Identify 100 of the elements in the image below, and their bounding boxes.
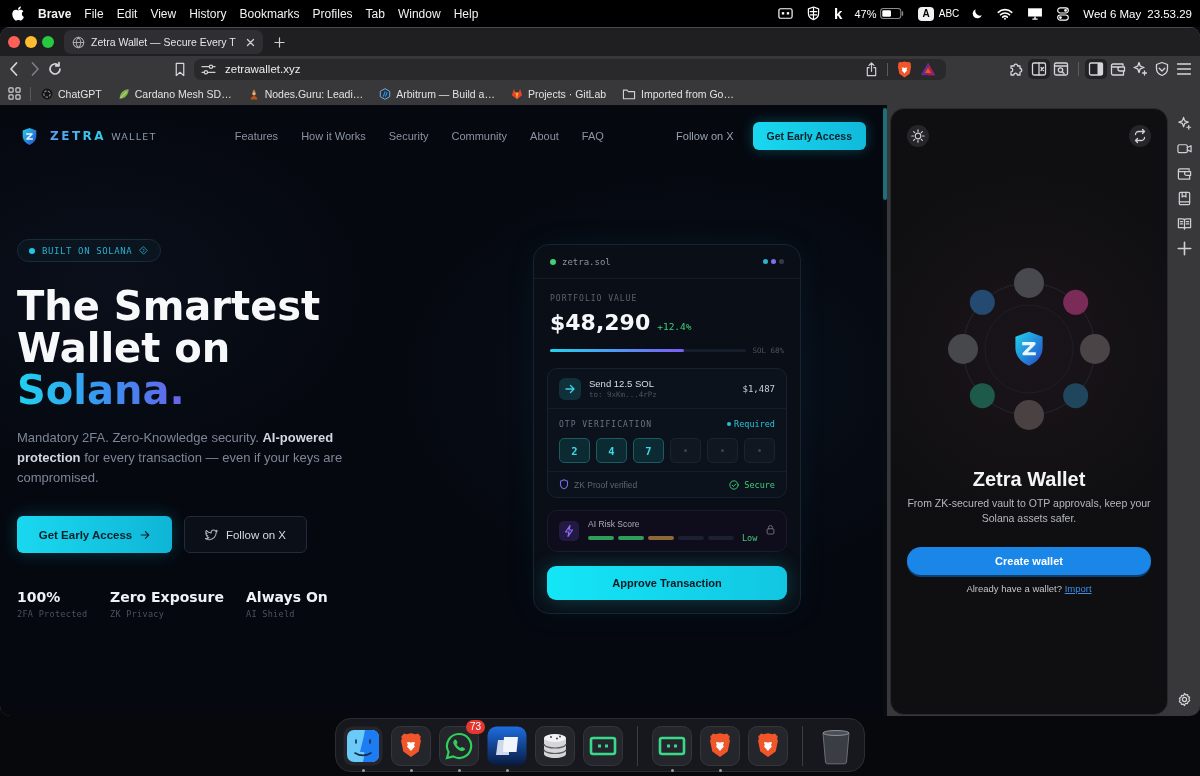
otp-digit-field[interactable] [744,438,775,463]
approve-button[interactable]: Approve Transaction [547,566,787,600]
otp-digit-field[interactable]: 7 [633,438,664,463]
menu-item[interactable]: View [150,6,177,21]
chevron-right-icon[interactable] [29,61,41,77]
bookmark-icon[interactable] [174,61,186,77]
wallet-icon[interactable] [1176,166,1192,181]
input-source-badge[interactable]: A [918,6,934,21]
otp-digit-field[interactable]: 4 [596,438,627,463]
bookmark-item[interactable]: Arbitrum — Build a… [379,87,495,100]
disk-stack-icon[interactable] [535,726,575,766]
plus-icon[interactable] [1176,241,1192,256]
cards-tile-icon[interactable] [487,726,527,766]
maximize-icon[interactable] [42,36,54,48]
smiley-tile-icon[interactable] [343,726,383,766]
import-link[interactable]: Import [1064,583,1092,594]
status-dot-icon [29,247,35,254]
bookmark-item[interactable]: Projects · GitLab [510,87,607,100]
grid-icon[interactable] [8,87,21,100]
video-icon[interactable] [1176,141,1192,156]
bookmark-icon[interactable] [1176,191,1192,206]
bookmark-item[interactable]: ChatGPT [41,87,102,100]
otp-digit-field[interactable]: 2 [559,438,590,463]
wifi-icon[interactable] [997,7,1014,20]
chevron-left-icon[interactable] [8,61,20,77]
menu-item[interactable]: Profiles [312,6,353,21]
portfolio-value: $48,290 [550,311,651,335]
bookmark-item[interactable]: Imported from Go… [622,87,734,100]
nav-link[interactable]: Community [451,130,508,142]
menu-extra[interactable]: k [834,5,843,22]
upload-icon[interactable] [865,61,878,77]
lion-icon[interactable] [700,726,740,766]
nav-link[interactable]: Security [388,130,429,142]
toggles-icon[interactable] [1057,6,1070,21]
menu-item[interactable]: File [84,6,104,21]
menu-item[interactable]: Edit [116,6,138,21]
nav-link[interactable]: Features [234,130,279,142]
folder-icon [622,87,637,100]
moon-icon[interactable] [972,8,984,19]
get-access-button[interactable]: Get Early Access [17,516,172,553]
change-percent: +12.4% [657,321,692,332]
stat-value: 100% [17,589,62,605]
display-icon[interactable] [1027,7,1044,20]
close-icon[interactable] [245,37,255,47]
get-access-button[interactable]: Get Early Access [752,122,866,150]
columns-icon[interactable] [1028,59,1050,79]
triangle-icon[interactable] [920,62,936,76]
scrollbar[interactable] [883,108,887,200]
sparkle-icon[interactable] [1176,116,1192,131]
sliders-icon[interactable] [201,62,216,76]
otp-digit-field[interactable] [707,438,738,463]
nav-link[interactable]: Follow on X [676,130,734,142]
book-icon[interactable] [1176,216,1192,231]
nav-link[interactable]: FAQ [581,130,604,142]
menu-item[interactable]: Bookmarks [239,6,300,21]
screen-dots-icon[interactable] [583,726,623,766]
brand-suffix[interactable]: WALLET [111,130,157,142]
create-wallet-button[interactable]: Create wallet [907,547,1151,575]
knot-icon [41,87,53,100]
battery-icon[interactable] [880,8,905,19]
otp-digit-field[interactable] [670,438,701,463]
minimize-icon[interactable] [25,36,37,48]
shield-icon[interactable] [807,6,821,21]
menu-item[interactable]: Help [453,6,479,21]
dot-icon [727,422,732,426]
hero-heading: The Smartest Wallet on Solana. [17,285,321,411]
menu-item[interactable]: History [189,6,227,21]
screen-dots-icon[interactable] [652,726,692,766]
bookmark-item[interactable]: Nodes.Guru: Leadi… [247,87,364,100]
sun-icon[interactable] [907,125,929,147]
swap-icon[interactable] [1129,125,1151,147]
settings-icon[interactable] [1176,692,1192,707]
lion-icon[interactable] [897,60,912,78]
otp-status: Required [734,419,775,429]
screen-icon[interactable] [778,8,794,19]
risk-level: Low [742,533,758,543]
apple-icon[interactable] [12,6,24,21]
input-source-label[interactable]: ABC [938,8,960,19]
date-text: Wed 6 May [1083,7,1142,20]
menu-item[interactable]: Window [397,6,441,21]
follow-button[interactable]: Follow on X [184,516,307,553]
account-name: zetra.sol [562,256,611,267]
nav-link[interactable]: About [530,130,559,142]
lion-icon[interactable] [748,726,788,766]
shield-icon[interactable] [21,126,38,146]
transaction-title: Send 12.5 SOL [589,378,655,389]
close-icon[interactable] [8,36,20,48]
nav-link[interactable]: How it Works [301,130,366,142]
browser-tab[interactable]: Zetra Wallet — Secure Every T [64,30,263,54]
address-field[interactable]: zetrawallet.xyz [194,58,946,80]
panel-icon[interactable] [1085,59,1107,79]
stat-label: 2FA Protected [17,609,89,619]
stat-label: ZK Privacy [110,609,166,619]
menu-item[interactable]: Tab [365,6,385,21]
lion-icon[interactable] [391,726,431,766]
plus-icon[interactable] [273,36,285,48]
app-menu[interactable]: Brave [38,6,72,21]
bookmark-item[interactable]: Cardano Mesh SD… [117,87,232,100]
circular-arrow-icon[interactable] [47,61,63,77]
brand-name[interactable]: ZETRA [50,129,107,143]
